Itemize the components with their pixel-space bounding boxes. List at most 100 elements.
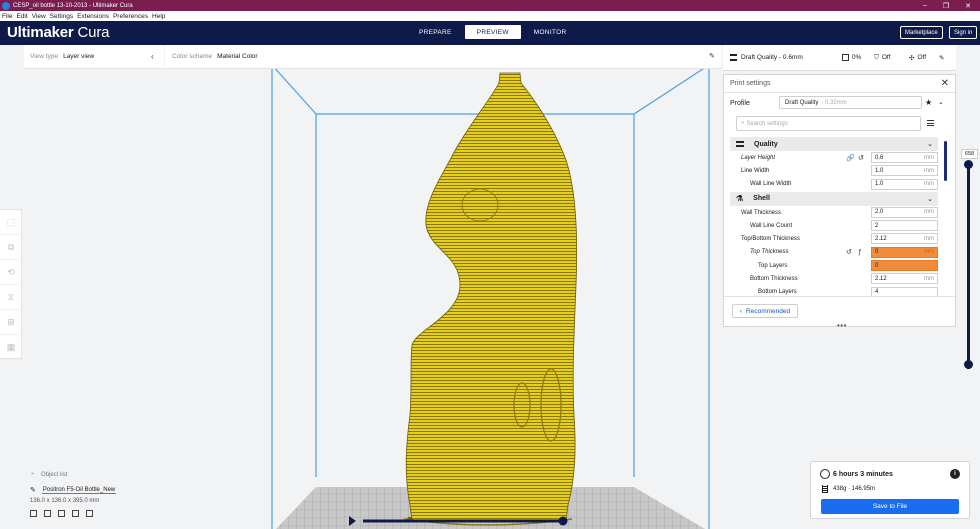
layer-number-input[interactable]: 658 (961, 149, 978, 159)
mirror-tool-icon[interactable]: ⧖ (0, 285, 22, 310)
profile-dropdown[interactable]: Draft Quality - 0.32mm (779, 96, 922, 109)
marketplace-button[interactable]: Marketplace (900, 26, 943, 39)
object-list-toggle[interactable]: ⌃ Object list (30, 470, 180, 480)
menu-extensions[interactable]: Extensions (77, 13, 109, 20)
tab-prepare[interactable]: PREPARE (407, 25, 464, 39)
bottle-model[interactable] (403, 72, 578, 526)
reset-icon[interactable]: ↺ (858, 154, 864, 162)
settings-menu-icon[interactable] (927, 120, 934, 128)
line-width-field[interactable]: 1.0 mm (871, 165, 938, 177)
rotate-tool-icon[interactable]: ⟲ (0, 260, 22, 285)
wall-line-width-field[interactable]: 1.0 mm (871, 178, 938, 190)
support-blocker-icon[interactable]: ▦ (0, 335, 22, 360)
category-shell[interactable]: ⚗ Shell ⌄ (730, 191, 938, 206)
support-summary[interactable]: ⛉ Off (874, 54, 909, 62)
search-row: ⌕ Search settings (724, 113, 955, 135)
setting-value: 4 (875, 289, 879, 296)
setting-row: Bottom Layers 4 (724, 286, 946, 296)
view-right-icon[interactable] (86, 510, 93, 517)
function-icon[interactable]: ƒ (858, 249, 862, 256)
top-thickness-field[interactable]: 0 mm (871, 246, 938, 258)
view-front-icon[interactable] (44, 510, 51, 517)
color-scheme-value: Material Color (217, 53, 258, 60)
chevron-left-icon[interactable]: ‹ (151, 52, 154, 61)
view-left-icon[interactable] (72, 510, 79, 517)
per-model-settings-icon[interactable]: ⊞ (0, 310, 22, 335)
wall-line-count-field[interactable]: 2 (871, 220, 938, 232)
profile-value: Draft Quality (785, 99, 819, 106)
info-icon[interactable]: i (950, 469, 960, 479)
category-quality[interactable]: Quality ⌄ (730, 137, 938, 151)
pencil-icon[interactable]: ✎ (709, 52, 715, 60)
settings-scrollbar[interactable] (944, 141, 947, 181)
chevron-down-icon[interactable]: ⌄ (938, 98, 944, 106)
setting-unit: mm (924, 167, 934, 174)
window-title: CESP_oil bottle 13-10-2013 - Ultimaker C… (13, 2, 133, 9)
wall-thickness-field[interactable]: 2.0 mm (871, 206, 938, 218)
setting-row: Top/Bottom Thickness 2.12 mm (724, 232, 946, 245)
profile-row: Profile Draft Quality - 0.32mm ★ ⌄ (724, 93, 955, 113)
menu-view[interactable]: View (32, 13, 46, 20)
color-scheme-label: Color scheme (172, 53, 213, 60)
setting-label: Top Layers (758, 262, 788, 269)
tab-preview[interactable]: PREVIEW (464, 25, 521, 39)
layer-slider-top-handle[interactable] (964, 160, 973, 169)
search-input[interactable]: ⌕ Search settings (736, 116, 921, 131)
maximize-icon[interactable]: ❐ (935, 0, 957, 11)
reset-icon[interactable]: ↺ (846, 248, 852, 256)
setting-row: Wall Line Count 2 (724, 219, 946, 232)
pencil-icon: ✎ (30, 487, 36, 494)
link-icon[interactable]: 🔗 (846, 154, 855, 162)
layer-height-field[interactable]: 0.6 mm (871, 152, 938, 163)
layer-slider-track[interactable] (967, 164, 970, 369)
quality-icon (736, 141, 744, 147)
menu-settings[interactable]: Settings (50, 13, 74, 20)
view-3d-icon[interactable] (30, 510, 37, 517)
bottom-thickness-field[interactable]: 2.12 mm (871, 273, 938, 285)
signin-button[interactable]: Sign in (949, 26, 978, 39)
print-setup-bar[interactable]: Draft Quality - 0.6mm 0% ⛉ Off ✣ Off ✎ (723, 45, 956, 71)
recommended-button[interactable]: ‹ Recommended (732, 304, 798, 318)
save-to-file-button[interactable]: Save to File (821, 499, 959, 514)
color-scheme-selector[interactable]: Color scheme Material Color ✎ (165, 45, 721, 69)
chevron-down-icon: ⌄ (927, 141, 933, 148)
menu-preferences[interactable]: Preferences (113, 13, 148, 20)
layers-icon (730, 54, 737, 61)
minimize-icon[interactable]: – (914, 0, 936, 11)
star-icon[interactable]: ★ (925, 98, 932, 107)
resize-handle-icon[interactable]: ••• (837, 321, 847, 330)
object-name-field[interactable]: Positron F5-Oil Bottle_New (41, 487, 117, 494)
menu-edit[interactable]: Edit (16, 13, 27, 20)
pencil-icon[interactable]: ✎ (939, 54, 944, 62)
top-bottom-thickness-field[interactable]: 2.12 mm (871, 233, 938, 245)
category-quality-label: Quality (754, 140, 778, 148)
profile-summary[interactable]: Draft Quality - 0.6mm (730, 54, 842, 61)
setting-value: 0 (875, 262, 879, 269)
scale-tool-icon[interactable]: ⧉ (0, 235, 22, 260)
close-icon[interactable]: ✕ (957, 0, 979, 11)
top-layers-field[interactable]: 0 (871, 260, 938, 272)
adhesion-summary[interactable]: ✣ Off (909, 54, 939, 62)
view-top-icon[interactable] (58, 510, 65, 517)
setting-row: Top Layers 0 (724, 259, 946, 272)
layer-slider-bottom-handle[interactable] (964, 360, 973, 369)
menu-bar: File Edit View Settings Extensions Prefe… (0, 11, 980, 21)
setting-value: 2.0 (875, 209, 884, 216)
category-shell-label: Shell (753, 195, 770, 203)
settings-list[interactable]: Quality ⌄ Layer Height 🔗 ↺ 0.6 mm Line W… (724, 136, 946, 296)
menu-file[interactable]: File (2, 13, 12, 20)
object-name-row[interactable]: ✎ Positron F5-Oil Bottle_New (30, 484, 180, 496)
view-type-selector[interactable]: View type Layer view ‹ (24, 45, 164, 69)
close-icon[interactable]: ✕ (941, 78, 949, 89)
clock-icon (820, 469, 830, 479)
setting-row: Wall Thickness 2.0 mm (724, 206, 946, 219)
setting-value: 2 (875, 222, 879, 229)
move-tool-icon[interactable]: ⬚ (0, 210, 22, 235)
search-placeholder: Search settings (746, 120, 788, 127)
menu-help[interactable]: Help (152, 13, 165, 20)
infill-summary[interactable]: 0% (842, 54, 874, 61)
tab-monitor[interactable]: MONITOR (522, 25, 579, 39)
object-list: ⌃ Object list ✎ Positron F5-Oil Bottle_N… (30, 470, 180, 517)
setting-row: Layer Height 🔗 ↺ 0.6 mm (724, 151, 946, 164)
bottom-layers-field[interactable]: 4 (871, 286, 938, 296)
